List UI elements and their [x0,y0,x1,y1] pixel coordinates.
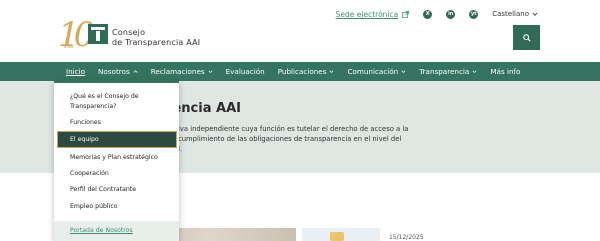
menu-item-funciones[interactable]: Funciones [70,118,101,128]
nav-item-nosotros[interactable]: Nosotros [98,62,138,81]
nav-item-evaluacion[interactable]: Evaluación [226,62,265,81]
menu-item-label: ¿Qué es el Consejo de [70,93,139,100]
nav-item-reclamaciones[interactable]: Reclamaciones [151,62,213,81]
nav-label: Comunicación [347,67,399,76]
nav-item-comunicacion[interactable]: Comunicación [347,62,406,81]
site-logo[interactable]: 10 años Consejo de Transparencia AAI [58,18,200,54]
news-card-date: 15/12/2025 [389,234,424,241]
search-icon [522,33,531,42]
nav-label: Publicaciones [277,67,327,76]
logo-anniversary-number: 10 [58,15,95,55]
language-selector[interactable]: Castellano [492,10,538,18]
hero-desc-line: iva independiente cuya función es tutela… [178,125,409,133]
logo-line-2: de Transparencia AAI [112,38,201,47]
nav-label: Más info [490,67,521,76]
chevron-up-icon [133,70,138,73]
linkedin-social-icon[interactable]: in [446,9,456,19]
nav-label: Nosotros [98,67,130,76]
logo-text: Consejo de Transparencia AAI [112,28,200,48]
hero-desc-line: cumplimiento de las obligaciones de tran… [178,135,402,143]
logo-t-icon [88,24,108,44]
sede-electronica-link[interactable]: Sede electrónica [336,10,399,19]
nav-label: Inicio [66,67,86,76]
news-card-image[interactable] [302,228,380,241]
menu-item-empleo-publico[interactable]: Empleo público [70,202,118,212]
logo-anniversary-label: años [64,44,74,49]
youtube-social-icon[interactable]: yt [469,9,479,19]
chevron-down-icon [472,70,477,74]
chevron-down-icon [532,12,538,16]
dropdown-footer: Portada de Nosotros [54,221,179,241]
page: Sede electrónica X in yt Castellano 10 a… [0,0,600,241]
menu-item-cooperacion[interactable]: Cooperación [70,169,109,179]
nav-item-mas-info[interactable]: Más info [490,62,520,81]
menu-item-label: Transparencia? [70,103,117,110]
utility-bar: Sede electrónica X in yt Castellano [336,8,538,20]
nav-item-inicio[interactable]: Inicio [66,62,85,81]
logo-line-1: Consejo [112,28,146,37]
language-label: Castellano [492,10,529,18]
menu-item-perfil-contratante[interactable]: Perfil del Contratante [70,185,136,195]
main-nav: Inicio Nosotros Reclamaciones Evaluación… [0,62,600,81]
x-social-icon[interactable]: X [423,9,433,19]
menu-item-el-equipo[interactable]: El equipo [57,131,177,148]
chevron-down-icon [329,70,334,74]
nav-item-transparencia[interactable]: Transparencia [419,62,477,81]
nav-label: Evaluación [225,67,265,76]
nosotros-dropdown-menu: ¿Qué es el Consejo de Transparencia? Fun… [54,81,179,241]
chevron-down-icon [401,70,406,74]
external-link-icon [402,10,410,18]
portada-nosotros-link[interactable]: Portada de Nosotros [70,227,133,234]
menu-item-que-es-consejo[interactable]: ¿Qué es el Consejo de Transparencia? [70,92,139,112]
logo-mark: 10 años [58,18,110,54]
nav-label: Reclamaciones [150,67,205,76]
chevron-down-icon [208,70,213,74]
hero-description: iva independiente cuya función es tutela… [178,124,418,154]
nav-item-publicaciones[interactable]: Publicaciones [278,62,335,81]
nav-label: Transparencia [419,67,470,76]
menu-item-memorias[interactable]: Memorias y Plan estratégico [70,153,158,163]
hero-desc-line: I. [178,145,183,153]
search-button[interactable] [513,25,540,50]
